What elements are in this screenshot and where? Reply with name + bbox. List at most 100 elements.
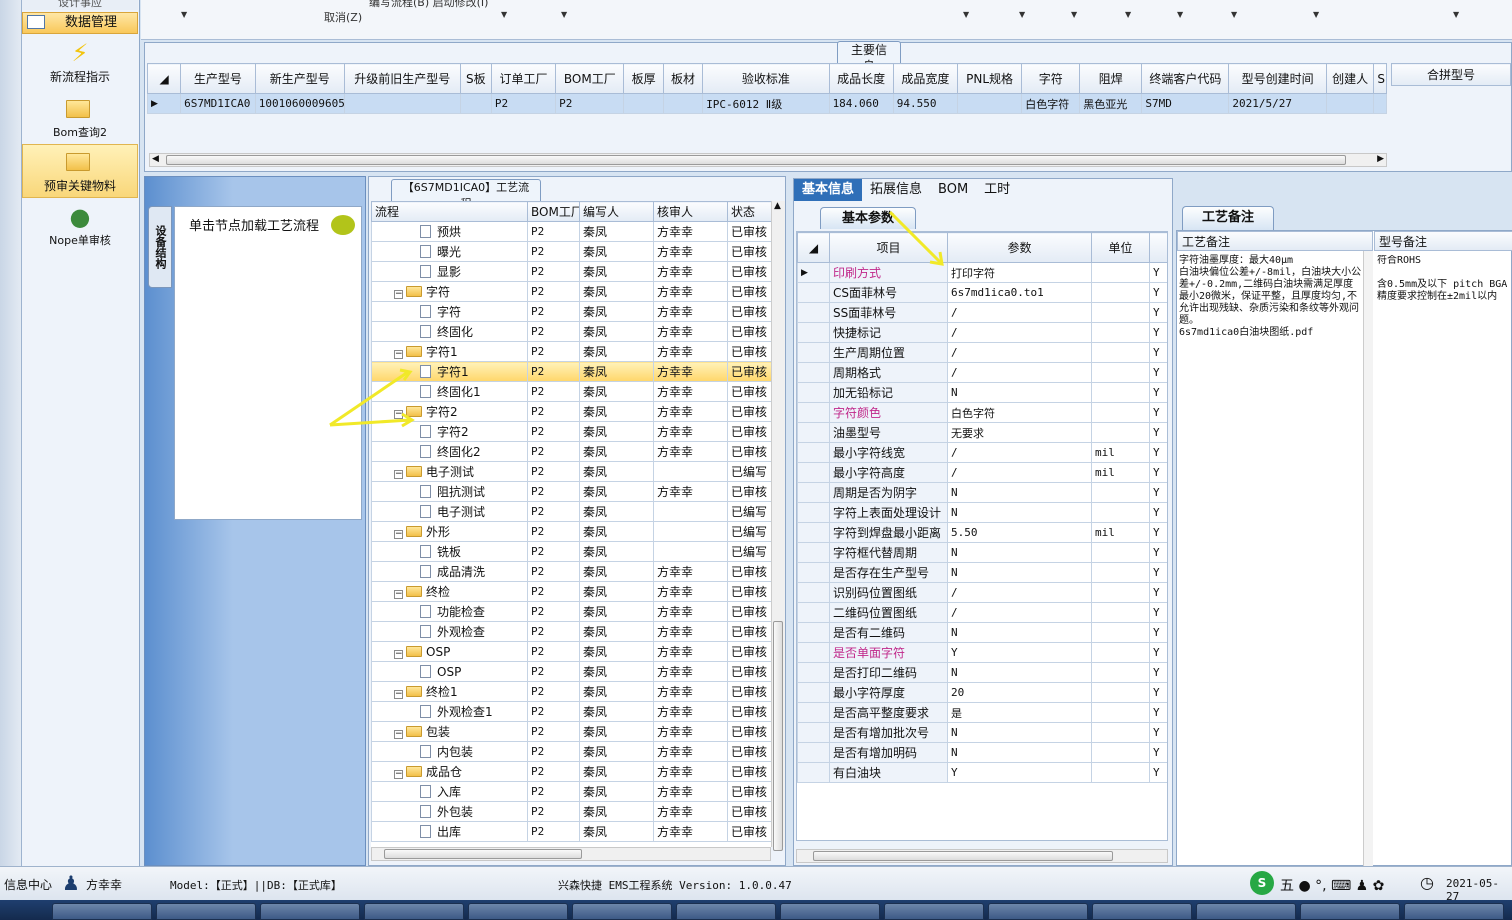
taskbar-button[interactable] [1300,903,1400,920]
table-cell[interactable]: 白色字符 [1021,93,1081,114]
tree-row[interactable]: − OSP P2 秦凤 方幸幸 已审核 [371,641,771,662]
tree-row[interactable]: 字符1 P2 秦凤 方幸幸 已审核 [371,361,771,382]
tree-row[interactable]: − 字符2 P2 秦凤 方幸幸 已审核 [371,401,771,422]
column-header[interactable]: 成品长度 [828,63,894,94]
column-header[interactable]: 订单工厂 [490,63,557,94]
column-header[interactable]: 验收标准 [702,63,830,94]
dropdown-arrow-icon[interactable]: ▼ [181,10,187,19]
table-cell[interactable]: 黑色亚光 [1079,93,1143,114]
nav-item-bom-query[interactable]: Bom查询2 [22,92,138,146]
scroll-thumb[interactable] [773,621,783,851]
dropdown-arrow-icon[interactable]: ▼ [561,10,567,19]
dropdown-arrow-icon[interactable]: ▼ [1313,10,1319,19]
param-row[interactable]: 最小字符厚度 20 Y [797,682,1167,703]
column-header[interactable]: S板 [459,63,492,94]
tree-row[interactable]: 终固化2 P2 秦凤 方幸幸 已审核 [371,441,771,462]
dropdown-arrow-icon[interactable]: ▼ [1019,10,1025,19]
params-horizontal-scrollbar[interactable] [796,849,1168,863]
param-row[interactable]: 字符颜色 白色字符 Y [797,402,1167,423]
tree-row[interactable]: − 包装 P2 秦凤 方幸幸 已审核 [371,721,771,742]
param-value[interactable]: 是 [947,702,1092,723]
column-header[interactable]: 升级前旧生产型号 [343,63,461,94]
param-value[interactable]: 白色字符 [947,402,1092,423]
param-row[interactable]: 字符到焊盘最小距离 5.50 mil Y [797,522,1167,543]
dropdown-arrow-icon[interactable]: ▼ [1231,10,1237,19]
table-cell[interactable]: P2 [490,93,557,114]
tree-node[interactable]: − 字符 [371,281,528,302]
table-cell[interactable] [956,93,1023,114]
tab-extended-info[interactable]: 拓展信息 [862,179,930,201]
param-value[interactable]: / [947,442,1092,463]
column-header[interactable]: 合拼型号 [1391,63,1511,86]
column-header[interactable]: BOM工厂 [527,201,580,222]
taskbar-button[interactable] [52,903,152,920]
scroll-up-icon[interactable]: ▲ [774,201,781,211]
tree-node[interactable]: − 终检1 [371,681,528,702]
param-value[interactable]: N [947,622,1092,643]
tree-horizontal-scrollbar[interactable] [371,847,771,861]
param-value[interactable]: / [947,302,1092,323]
toolbar-menu-text[interactable]: 编写流程(B) 启动修改(I) [369,0,488,10]
scroll-thumb[interactable] [813,851,1113,861]
param-row[interactable]: 是否存在生产型号 N Y [797,562,1167,583]
param-value[interactable]: 6s7md1ica0.to1 [947,282,1092,303]
dropdown-arrow-icon[interactable]: ▼ [1453,10,1459,19]
tab-work-hours[interactable]: 工时 [976,179,1018,201]
tree-node[interactable]: − 电子测试 [371,461,528,482]
nav-item-nope-review[interactable]: ● Nope单审核 [22,200,138,254]
table-cell[interactable] [459,93,492,114]
subtab-basic-params[interactable]: 基本参数 [820,207,916,229]
tab-bom[interactable]: BOM [930,179,976,201]
param-row[interactable]: 最小字符线宽 / mil Y [797,442,1167,463]
column-header[interactable]: 终端客户代码 [1141,63,1230,94]
tree-node[interactable]: 外观检查 [371,621,528,642]
cancel-menu[interactable]: 取消(Z) [324,9,362,25]
tree-row[interactable]: 入库 P2 秦凤 方幸幸 已审核 [371,781,771,802]
param-row[interactable]: 加无铅标记 N Y [797,382,1167,403]
collapse-icon[interactable]: − [394,590,403,599]
tree-node[interactable]: 字符2 [371,421,528,442]
collapse-icon[interactable]: − [394,770,403,779]
tree-node[interactable]: 成品清洗 [371,561,528,582]
tab-process-notes[interactable]: 工艺备注 [1182,206,1274,230]
tree-row[interactable]: 内包装 P2 秦凤 方幸幸 已审核 [371,741,771,762]
tree-row[interactable]: − 外形 P2 秦凤 已编写 [371,521,771,542]
table-cell[interactable]: S7MD [1141,93,1230,114]
param-row[interactable]: 是否高平整度要求是 Y [797,702,1167,723]
param-value[interactable]: / [947,342,1092,363]
taskbar-button[interactable] [572,903,672,920]
table-cell[interactable]: 6S7MD1ICA0 [180,93,256,114]
param-row[interactable]: 周期格式 / Y [797,362,1167,383]
column-header[interactable]: 创建人 [1325,63,1375,94]
tree-row[interactable]: 阻抗测试 P2 秦凤 方幸幸 已审核 [371,481,771,502]
tree-row[interactable]: 终固化 P2 秦凤 方幸幸 已审核 [371,321,771,342]
tree-row[interactable]: 功能检查 P2 秦凤 方幸幸 已审核 [371,601,771,622]
tree-node[interactable]: 出库 [371,821,528,842]
table-cell[interactable]: 94.550 [892,93,959,114]
column-header[interactable]: 字符 [1021,63,1081,94]
param-value[interactable]: N [947,722,1092,743]
taskbar-button[interactable] [884,903,984,920]
param-value[interactable]: N [947,742,1092,763]
param-row[interactable]: 是否有增加明码 N Y [797,742,1167,763]
nav-item-pre-review-materials[interactable]: 预审关键物料 [22,144,138,198]
tree-row[interactable]: 终固化1 P2 秦凤 方幸幸 已审核 [371,381,771,402]
param-row[interactable]: 二维码位置图纸 / Y [797,602,1167,623]
table-cell[interactable] [623,93,664,114]
param-value[interactable]: Y [947,642,1092,663]
tree-node[interactable]: − 字符2 [371,401,528,422]
tree-node[interactable]: 入库 [371,781,528,802]
tree-node[interactable]: − 字符1 [371,341,528,362]
collapse-icon[interactable]: − [394,350,403,359]
param-row[interactable]: 字符框代替周期 N Y [797,542,1167,563]
tree-node[interactable]: 字符 [371,301,528,322]
param-value[interactable]: 20 [947,682,1092,703]
column-header[interactable]: 单位 [1091,232,1150,263]
tree-row[interactable]: 曝光 P2 秦凤 方幸幸 已审核 [371,241,771,262]
tree-node[interactable]: − 包装 [371,721,528,742]
param-value[interactable]: N [947,662,1092,683]
param-value[interactable]: N [947,382,1092,403]
param-value[interactable]: 打印字符 [947,262,1092,283]
taskbar-button[interactable] [156,903,256,920]
column-header[interactable]: 成品宽度 [892,63,959,94]
